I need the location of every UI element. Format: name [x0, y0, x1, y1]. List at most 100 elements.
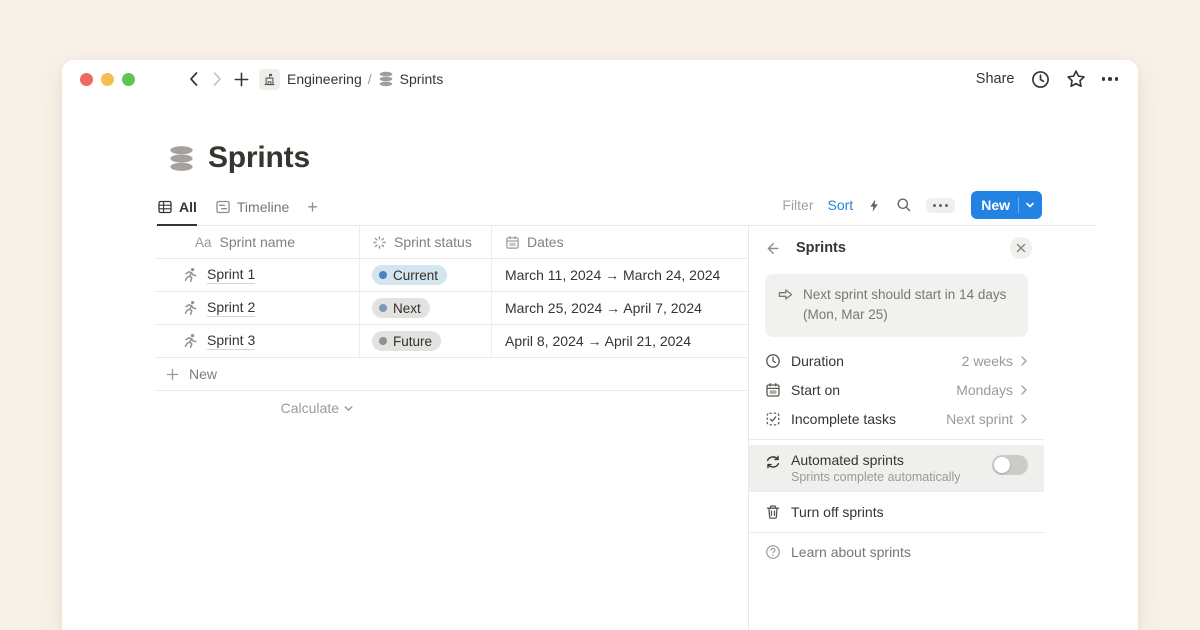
favorite-star-icon[interactable] [1066, 69, 1086, 89]
checkbox-icon [765, 411, 781, 427]
chevron-right-icon [1020, 384, 1028, 396]
add-view-icon[interactable]: + [307, 198, 318, 225]
column-label: Sprint name [220, 234, 295, 250]
date-range: April 8, 2024 → April 21, 2024 [505, 333, 691, 349]
nav-forward-icon[interactable] [205, 67, 229, 91]
sprint-name-cell[interactable]: Sprint 2 [155, 292, 360, 324]
tab-timeline[interactable]: Timeline [215, 199, 289, 224]
more-options-icon[interactable] [1102, 77, 1119, 81]
column-header-sprint-status[interactable]: Sprint status [360, 226, 492, 258]
learn-about-sprints-label: Learn about sprints [791, 544, 911, 560]
share-button[interactable]: Share [976, 71, 1015, 87]
dates-cell[interactable]: March 11, 2024 → March 24, 2024 [492, 259, 748, 291]
chevron-right-icon [1020, 355, 1028, 367]
date-range: March 11, 2024 → March 24, 2024 [505, 267, 720, 283]
column-header-sprint-name[interactable]: Aa Sprint name [155, 226, 360, 258]
status-label: Next [393, 301, 421, 316]
sort-button[interactable]: Sort [828, 197, 854, 213]
database-icon [378, 71, 394, 87]
sidebar-menu-icon[interactable] [153, 67, 173, 91]
sprint-status-cell[interactable]: Current [360, 259, 492, 291]
repeat-icon [765, 454, 781, 470]
column-label: Dates [527, 234, 564, 250]
calculate-button[interactable]: Calculate [155, 391, 360, 425]
automations-lightning-icon[interactable] [867, 198, 882, 213]
callout-text: Next sprint should start in 14 days (Mon… [803, 285, 1006, 326]
status-dot [379, 304, 387, 312]
setting-value: Next sprint [946, 411, 1013, 427]
zoom-window-button[interactable] [122, 73, 135, 86]
search-icon[interactable] [896, 197, 912, 213]
automated-sprints-sublabel: Sprints complete automatically [791, 470, 961, 484]
table-row: Sprint 3 Future April 8, 2024 → April 21… [155, 325, 748, 358]
setting-value: Mondays [956, 382, 1013, 398]
date-range: March 25, 2024 → April 7, 2024 [505, 300, 702, 316]
column-header-dates[interactable]: Dates [492, 226, 748, 258]
status-badge[interactable]: Current [372, 265, 447, 285]
history-clock-icon[interactable] [1031, 70, 1050, 89]
sprint-name-cell[interactable]: Sprint 3 [155, 325, 360, 357]
add-row-label: New [189, 366, 217, 382]
sprint-status-cell[interactable]: Next [360, 292, 492, 324]
view-options-icon[interactable] [926, 198, 955, 213]
sprint-name-link[interactable]: Sprint 1 [207, 266, 255, 284]
setting-incomplete-tasks[interactable]: Incomplete tasks Next sprint [749, 405, 1044, 434]
panel-back-icon[interactable] [765, 240, 782, 257]
dates-cell[interactable]: April 8, 2024 → April 21, 2024 [492, 325, 748, 357]
tab-all[interactable]: All [157, 199, 197, 226]
text-property-icon: Aa [195, 235, 212, 250]
panel-close-icon[interactable] [1010, 237, 1032, 259]
filter-button[interactable]: Filter [782, 197, 813, 213]
sprints-table: Aa Sprint name Sprint status Dates [155, 226, 748, 630]
automated-sprints-toggle[interactable] [992, 455, 1028, 475]
close-window-button[interactable] [80, 73, 93, 86]
setting-start-on[interactable]: Start on Mondays [749, 376, 1044, 405]
turn-off-sprints-button[interactable]: Turn off sprints [749, 492, 1044, 532]
breadcrumb-page[interactable]: Sprints [400, 71, 444, 87]
minimize-window-button[interactable] [101, 73, 114, 86]
sprint-status-cell[interactable]: Future [360, 325, 492, 357]
setting-label: Incomplete tasks [791, 411, 896, 427]
calendar-icon [765, 382, 781, 398]
new-button[interactable]: New [971, 191, 1042, 219]
tab-all-label: All [179, 199, 197, 215]
arrow-right-icon [777, 286, 794, 326]
sprint-name-link[interactable]: Sprint 3 [207, 332, 255, 350]
chevron-down-icon [343, 403, 354, 414]
table-row: Sprint 2 Next March 25, 2024 → April 7, … [155, 292, 748, 325]
status-dot [379, 337, 387, 345]
status-badge[interactable]: Future [372, 331, 441, 351]
chevron-right-icon [1020, 413, 1028, 425]
nav-back-icon[interactable] [181, 67, 205, 91]
calendar-icon [505, 235, 520, 250]
dates-cell[interactable]: March 25, 2024 → April 7, 2024 [492, 292, 748, 324]
setting-label: Start on [791, 382, 840, 398]
column-label: Sprint status [394, 234, 472, 250]
status-spinner-icon [372, 235, 387, 250]
app-window: Engineering / Sprints Share Sprints [62, 60, 1138, 630]
add-row-button[interactable]: New [155, 358, 748, 391]
runner-icon [183, 333, 199, 349]
toggle-knob [994, 457, 1010, 473]
status-label: Future [393, 334, 432, 349]
status-badge[interactable]: Next [372, 298, 430, 318]
sprint-name-link[interactable]: Sprint 2 [207, 299, 255, 317]
question-circle-icon [765, 544, 781, 560]
table-header-row: Aa Sprint name Sprint status Dates [155, 226, 748, 259]
status-label: Current [393, 268, 438, 283]
new-button-label: New [971, 197, 1018, 213]
new-page-icon[interactable] [229, 67, 253, 91]
window-topbar: Engineering / Sprints Share [62, 60, 1138, 98]
table-view-icon [157, 199, 173, 215]
status-dot [379, 271, 387, 279]
learn-about-sprints-link[interactable]: Learn about sprints [749, 533, 1044, 571]
breadcrumb-workspace[interactable]: Engineering [287, 71, 362, 87]
automated-sprints-row[interactable]: Automated sprints Sprints complete autom… [749, 445, 1044, 492]
setting-duration[interactable]: Duration 2 weeks [749, 347, 1044, 376]
chevron-down-icon[interactable] [1018, 197, 1042, 213]
traffic-lights [80, 73, 135, 86]
turn-off-sprints-label: Turn off sprints [791, 504, 884, 520]
panel-title: Sprints [796, 240, 846, 256]
runner-icon [183, 300, 199, 316]
sprint-name-cell[interactable]: Sprint 1 [155, 259, 360, 291]
